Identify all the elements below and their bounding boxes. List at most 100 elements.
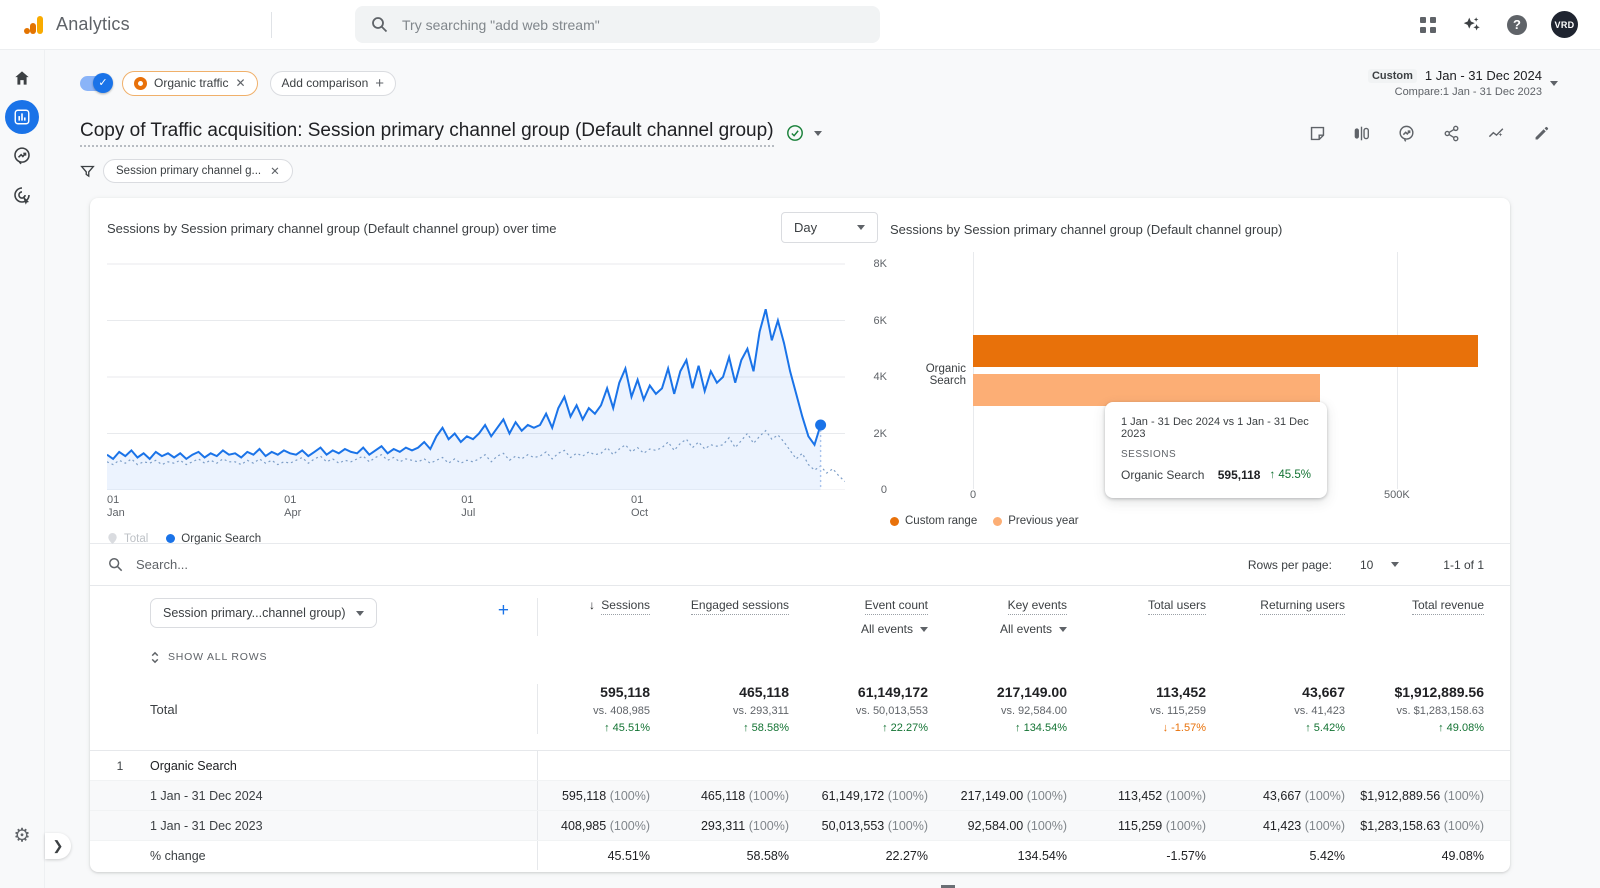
add-column-button[interactable]: + xyxy=(498,600,509,622)
apps-grid-icon[interactable] xyxy=(1419,16,1437,34)
show-all-rows-button[interactable]: SHOW ALL ROWS xyxy=(150,644,1510,670)
metric-cell: 92,584.00 (100%) xyxy=(954,811,1093,840)
help-icon[interactable]: ? xyxy=(1507,15,1527,35)
header-divider xyxy=(271,12,272,38)
legend-organic-search[interactable]: Organic Search xyxy=(166,533,261,545)
table-search-input[interactable] xyxy=(136,557,436,572)
comparison-chip-organic-traffic[interactable]: Organic traffic ✕ xyxy=(122,71,258,96)
reports-icon[interactable] xyxy=(5,100,39,134)
date-range-picker[interactable]: Custom 1 Jan - 31 Dec 2024 Compare:1 Jan… xyxy=(1368,68,1558,98)
legend-dot-icon xyxy=(890,517,899,526)
metric-cell: 45.51% xyxy=(537,841,676,870)
legend-total-label: Total xyxy=(124,533,148,545)
y-axis-tick: 0 xyxy=(881,484,887,496)
table-search-icon xyxy=(108,557,123,572)
chevron-down-icon xyxy=(1550,81,1558,86)
main-content: ✓ Organic traffic ✕ Add comparison + Cus… xyxy=(45,50,1600,872)
advertising-icon[interactable] xyxy=(12,185,33,206)
global-search[interactable] xyxy=(355,6,880,43)
comparison-panel-icon[interactable] xyxy=(1353,125,1370,142)
pin-icon xyxy=(107,532,118,545)
home-icon[interactable] xyxy=(12,68,32,88)
granularity-select[interactable]: Day xyxy=(781,212,878,243)
chevron-down-icon xyxy=(857,225,865,230)
app-title[interactable]: Analytics xyxy=(56,14,130,35)
search-icon xyxy=(371,16,388,33)
y-axis-tick: 6K xyxy=(874,315,887,327)
total-label: Total xyxy=(90,684,537,734)
metric-cell: 58.58% xyxy=(676,841,815,870)
column-header-returning-users[interactable]: Returning users xyxy=(1232,598,1371,636)
legend-dot-icon xyxy=(166,534,175,543)
rows-per-page-value[interactable]: 10 xyxy=(1360,558,1373,572)
settings-gear-icon[interactable]: ⚙ xyxy=(13,825,30,848)
explore-icon[interactable] xyxy=(12,146,33,167)
y-axis-tick: 2K xyxy=(874,428,887,440)
legend-dot-icon xyxy=(993,517,1002,526)
sessions-line-chart[interactable] xyxy=(107,252,845,490)
title-chevron-down-icon[interactable] xyxy=(814,131,822,136)
total-cell: 43,667vs. 41,423↑ 5.42% xyxy=(1232,684,1371,734)
legend-previous-year[interactable]: Previous year xyxy=(993,515,1078,527)
share-icon[interactable] xyxy=(1443,125,1460,142)
group-cell xyxy=(1093,751,1232,780)
metric-cell: 49.08% xyxy=(1371,841,1510,870)
total-cell: 217,149.00vs. 92,584.00↑ 134.54% xyxy=(954,684,1093,734)
granularity-value: Day xyxy=(794,220,817,235)
tooltip-delta: ↑ 45.5% xyxy=(1269,469,1311,481)
search-input[interactable] xyxy=(402,17,864,33)
note-icon[interactable] xyxy=(1309,125,1326,142)
chevron-down-icon[interactable] xyxy=(1391,562,1399,567)
line-chart-panel: Sessions by Session primary channel grou… xyxy=(90,198,890,543)
total-cell: 61,149,172vs. 50,013,553↑ 22.27% xyxy=(815,684,954,734)
group-cell xyxy=(815,751,954,780)
column-header-total-revenue[interactable]: Total revenue xyxy=(1371,598,1510,636)
insights-icon[interactable] xyxy=(1397,124,1416,143)
table-row-group[interactable]: 1 Organic Search xyxy=(90,750,1510,780)
row-label: 1 Jan - 31 Dec 2023 xyxy=(90,819,537,833)
group-cell xyxy=(537,751,676,780)
page-title[interactable]: Copy of Traffic acquisition: Session pri… xyxy=(80,120,774,147)
comparison-color-icon xyxy=(134,77,147,90)
table-row[interactable]: % change45.51%58.58%22.27%134.54%-1.57%5… xyxy=(90,840,1510,870)
expand-nav-chevron-icon[interactable]: ❯ xyxy=(45,833,71,859)
table-total-row: Total 595,118vs. 408,985↑ 45.51%465,118v… xyxy=(90,670,1510,750)
metric-cell: 22.27% xyxy=(815,841,954,870)
bar-x-tick: 500K xyxy=(1384,489,1410,501)
x-axis-labels: 01 Jan01 Apr01 Jul01 Oct xyxy=(107,494,845,524)
legend-custom-range[interactable]: Custom range xyxy=(890,515,977,527)
date-range-text: 1 Jan - 31 Dec 2024 xyxy=(1425,68,1542,83)
column-header-total-users[interactable]: Total users xyxy=(1093,598,1232,636)
dimension-select[interactable]: Session primary...channel group) xyxy=(150,598,377,628)
metric-cell: 5.42% xyxy=(1232,841,1371,870)
gemini-sparkle-icon[interactable] xyxy=(1461,14,1483,36)
line-chart-title: Sessions by Session primary channel grou… xyxy=(107,221,556,236)
table-row[interactable]: 1 Jan - 31 Dec 2024595,118 (100%)465,118… xyxy=(90,780,1510,810)
legend-total[interactable]: Total xyxy=(107,532,148,545)
table-row[interactable]: 1 Jan - 31 Dec 2023408,985 (100%)293,311… xyxy=(90,810,1510,840)
edit-pencil-icon[interactable] xyxy=(1533,125,1550,142)
x-axis-tick: 01 Jan xyxy=(107,494,125,520)
total-cell: 113,452vs. 115,259↓ -1.57% xyxy=(1093,684,1232,734)
date-preset-badge: Custom xyxy=(1368,69,1417,83)
column-header-key-events[interactable]: Key eventsAll events xyxy=(954,598,1093,636)
comparison-toggle[interactable]: ✓ xyxy=(80,76,110,91)
total-cell: 465,118vs. 293,311↑ 58.58% xyxy=(676,684,815,734)
sparkline-insights-icon[interactable] xyxy=(1487,124,1506,143)
remove-filter-icon[interactable]: ✕ xyxy=(270,164,280,178)
remove-comparison-icon[interactable]: ✕ xyxy=(235,76,245,90)
column-header-engaged-sessions[interactable]: Engaged sessions xyxy=(676,598,815,636)
legend-previous-year-label: Previous year xyxy=(1008,515,1078,527)
x-axis-tick: 01 Jul xyxy=(461,494,475,520)
top-bar: Analytics ? VRD xyxy=(0,0,1600,50)
metric-cell: 43,667 (100%) xyxy=(1232,781,1371,810)
analytics-logo-icon[interactable] xyxy=(22,13,46,37)
filter-chip[interactable]: Session primary channel g... ✕ xyxy=(103,159,293,183)
bar-custom-range[interactable] xyxy=(973,335,1478,367)
column-header-event-count[interactable]: Event countAll events xyxy=(815,598,954,636)
add-comparison-button[interactable]: Add comparison + xyxy=(270,71,396,96)
avatar[interactable]: VRD xyxy=(1551,11,1578,38)
column-header-sessions[interactable]: ↓ Sessions xyxy=(537,598,676,636)
metric-cell: 465,118 (100%) xyxy=(676,781,815,810)
legend-series-label: Organic Search xyxy=(181,533,261,545)
